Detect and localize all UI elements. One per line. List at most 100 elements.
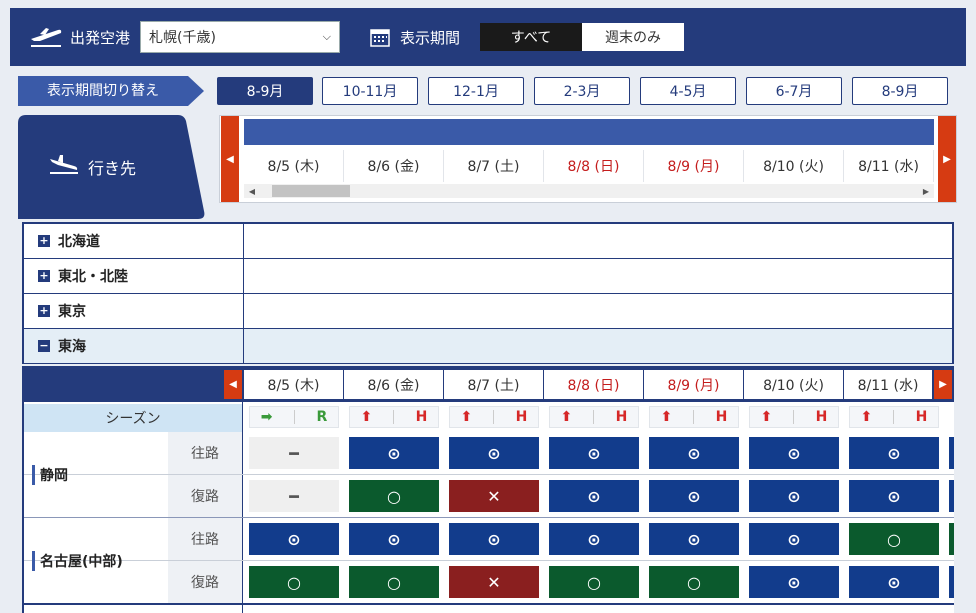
expand-plus-icon[interactable]: + (38, 235, 50, 247)
availability-cell[interactable]: ✕ (449, 566, 539, 598)
region-name: 東北・北陸 (58, 269, 128, 285)
availability-cell[interactable]: ⊙ (349, 523, 439, 555)
tokai-next-date-button[interactable]: ▶ (934, 370, 952, 399)
availability-cell[interactable]: ⊙ (749, 566, 839, 598)
tokai-date-cell: 8/9 (月) (644, 370, 743, 399)
period-tab-6[interactable]: 6-7月 (746, 77, 842, 105)
arrow-up-icon: ⬆ (560, 409, 573, 425)
availability-cell[interactable]: ⊙ (849, 566, 939, 598)
season-cell: ⬆ H (749, 406, 839, 428)
availability-cell-edge (949, 523, 954, 555)
availability-cell-edge (949, 437, 954, 469)
region-row-tokai[interactable]: − 東海 (24, 329, 952, 364)
tokai-date-cell: 8/10 (火) (744, 370, 843, 399)
city-name-nagoya: 名古屋(中部) (32, 551, 123, 571)
period-tab-5[interactable]: 4-5月 (640, 77, 736, 105)
availability-cell[interactable]: ⊙ (849, 480, 939, 512)
direction-outbound-label: 往路 (168, 432, 242, 474)
direction-return-label: 復路 (168, 475, 242, 517)
separator (893, 410, 895, 424)
period-tab-2[interactable]: 10-11月 (322, 77, 418, 105)
row-divider (24, 560, 954, 561)
collapse-minus-icon[interactable]: − (38, 340, 50, 352)
date-header-cell: 8/7 (土) (444, 150, 544, 182)
region-name: 東京 (58, 304, 86, 320)
period-tab-3[interactable]: 12-1月 (428, 77, 524, 105)
date-header-cell: 8/11 (水) (844, 150, 934, 182)
prev-date-button[interactable]: ◀ (221, 116, 239, 202)
period-tab-4[interactable]: 2-3月 (534, 77, 630, 105)
availability-cell[interactable]: ○ (349, 480, 439, 512)
availability-cell[interactable]: ○ (549, 566, 639, 598)
column-divider (242, 402, 243, 613)
expand-plus-icon[interactable]: + (38, 270, 50, 282)
availability-cell[interactable]: ✕ (449, 480, 539, 512)
scroll-right-icon[interactable]: ▶ (919, 184, 933, 198)
top-header: 出発空港 札幌(千歳) ⌵ 表示期間 すべて 週末のみ (10, 8, 966, 66)
season-cell: ⬆ H (449, 406, 539, 428)
tokai-date-cell: 8/6 (金) (344, 370, 443, 399)
availability-cell-edge (949, 566, 954, 598)
region-row-tohoku-hokuriku[interactable]: + 東北・北陸 (24, 259, 952, 294)
tokai-date-cell: 8/8 (日) (544, 370, 643, 399)
season-letter: H (615, 409, 628, 425)
date-header-cell: 8/10 (火) (744, 150, 844, 182)
period-all-button[interactable]: すべて (480, 23, 583, 51)
availability-cell[interactable]: ⊙ (549, 437, 639, 469)
availability-cell[interactable]: ○ (249, 566, 339, 598)
season-letter: R (316, 409, 328, 425)
city-name-shizuoka: 静岡 (32, 465, 68, 485)
availability-cell[interactable]: ○ (849, 523, 939, 555)
availability-cell[interactable]: ⊙ (649, 480, 739, 512)
availability-cell[interactable]: ⊙ (649, 523, 739, 555)
date-header-cell: 8/6 (金) (344, 150, 444, 182)
period-switch-title-text: 表示期間切り替え (47, 83, 159, 99)
separator (393, 410, 395, 424)
season-cell: ⬆ H (649, 406, 739, 428)
separator (593, 410, 595, 424)
period-weekend-button[interactable]: 週末のみ (582, 23, 685, 51)
scrollbar-thumb[interactable] (272, 185, 350, 197)
separator (293, 410, 295, 424)
scroll-left-icon[interactable]: ◀ (245, 184, 259, 198)
availability-cell[interactable]: ○ (349, 566, 439, 598)
period-label: 表示期間 (400, 28, 461, 47)
row-divider (24, 517, 954, 518)
separator (493, 410, 495, 424)
expand-plus-icon[interactable]: + (38, 305, 50, 317)
separator (793, 410, 795, 424)
availability-cell[interactable]: ⊙ (549, 523, 639, 555)
date-header-cell: 8/8 (日) (544, 150, 644, 182)
availability-cell[interactable]: ⊙ (749, 480, 839, 512)
chevron-down-icon: ⌵ (322, 30, 332, 43)
availability-cell[interactable]: ⊙ (349, 437, 439, 469)
departure-airport-select[interactable]: 札幌(千歳) ⌵ (140, 21, 341, 53)
availability-cell[interactable]: ⊙ (249, 523, 339, 555)
arrow-up-icon: ⬆ (360, 409, 373, 425)
availability-cell[interactable]: ○ (649, 566, 739, 598)
departure-label: 出発空港 (70, 28, 131, 47)
tokai-date-cell: 8/11 (水) (844, 370, 932, 399)
period-tab-7[interactable]: 8-9月 (852, 77, 948, 105)
availability-cell[interactable]: ⊙ (549, 480, 639, 512)
availability-cell-none: ━ (249, 480, 339, 512)
region-row-hokkaido[interactable]: + 北海道 (24, 224, 952, 259)
region-row-tokyo[interactable]: + 東京 (24, 294, 952, 329)
period-switch-bar: 表示期間切り替え (18, 76, 204, 106)
availability-cell[interactable]: ⊙ (849, 437, 939, 469)
availability-cell[interactable]: ⊙ (449, 437, 539, 469)
availability-cell[interactable]: ⊙ (649, 437, 739, 469)
season-letter: H (515, 409, 528, 425)
period-tab-1[interactable]: 8-9月 (217, 77, 313, 105)
availability-cell[interactable]: ⊙ (449, 523, 539, 555)
season-cell: ⬆ H (549, 406, 639, 428)
date-header-cell: 8/9 (月) (644, 150, 744, 182)
arrow-right-icon: ➡ (260, 409, 273, 425)
availability-cell[interactable]: ⊙ (749, 523, 839, 555)
tokai-prev-date-button[interactable]: ◀ (224, 370, 242, 399)
availability-cell-none: ━ (249, 437, 339, 469)
destination-label: 行き先 (88, 159, 137, 178)
arrow-up-icon: ⬆ (660, 409, 673, 425)
next-date-button[interactable]: ▶ (938, 116, 956, 202)
availability-cell[interactable]: ⊙ (749, 437, 839, 469)
